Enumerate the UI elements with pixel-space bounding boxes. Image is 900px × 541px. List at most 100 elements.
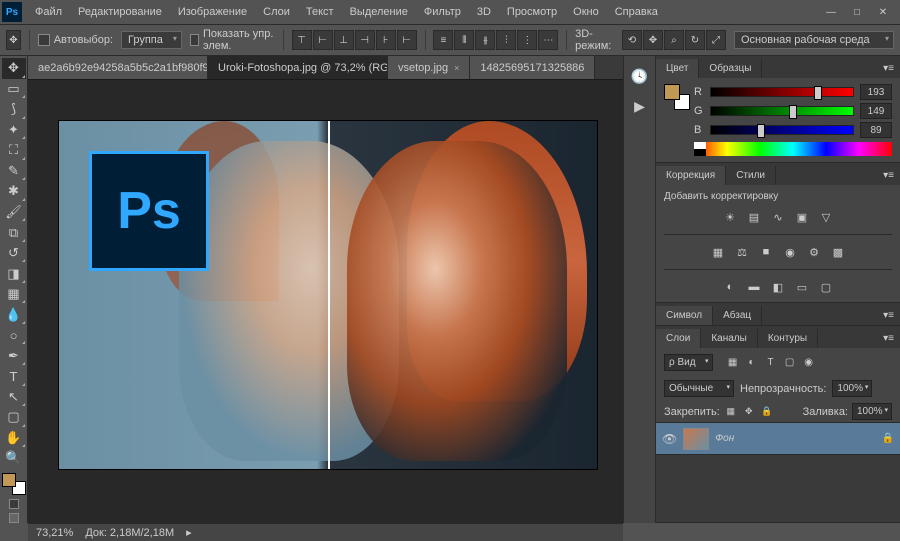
workspace-dropdown[interactable]: Основная рабочая среда [734,31,894,49]
dodge-tool[interactable]: ○ [2,325,26,346]
doc-tab-2[interactable]: vsetop.jpg× [388,56,470,79]
adjustments-tab[interactable]: Коррекция [656,166,726,185]
layers-panel-menu[interactable]: ▾≡ [877,329,900,348]
autoselect-dropdown[interactable]: Группа [121,31,182,49]
3d-orbit-icon[interactable]: ⟲ [622,30,642,50]
filter-shape-icon[interactable]: ▢ [782,354,798,370]
menu-help[interactable]: Справка [608,3,665,21]
hue-icon[interactable]: ▦ [708,243,728,261]
menu-image[interactable]: Изображение [171,3,254,21]
canvas[interactable]: Ps [58,120,598,470]
lock-position-icon[interactable]: ✥ [742,405,756,419]
layer-thumbnail[interactable] [683,428,709,450]
dist-2-icon[interactable]: ⫴ [454,30,474,50]
balance-icon[interactable]: ⚖ [732,243,752,261]
mixer-icon[interactable]: ⚙ [804,243,824,261]
menu-select[interactable]: Выделение [343,3,415,21]
align-left-icon[interactable]: ⊣ [355,30,375,50]
color-panel-menu[interactable]: ▾≡ [877,59,900,78]
doc-tab-1[interactable]: Uroki-Fotoshopa.jpg @ 73,2% (RGB/8#)× [208,56,388,79]
maximize-button[interactable]: □ [850,5,864,19]
menu-3d[interactable]: 3D [470,3,498,21]
posterize-icon[interactable]: ▬ [744,278,764,296]
menu-text[interactable]: Текст [299,3,341,21]
layer-item[interactable]: 👁 Фон 🔒 [656,423,900,455]
hand-tool[interactable]: ✋ [2,428,26,449]
b-input[interactable] [860,122,892,138]
visibility-toggle[interactable]: 👁 [662,432,677,446]
align-right-icon[interactable]: ⊢ [397,30,417,50]
dist-5-icon[interactable]: ⋮ [517,30,537,50]
dist-1-icon[interactable]: ≡ [433,30,453,50]
3d-zoom-icon[interactable]: ⌕ [664,30,684,50]
actions-panel-icon[interactable]: ▶ [628,94,652,118]
menu-filter[interactable]: Фильтр [417,3,468,21]
foreground-swatch[interactable] [2,473,16,487]
color-panel-swatches[interactable] [664,84,690,110]
pen-tool[interactable]: ✒ [2,345,26,366]
menu-layers[interactable]: Слои [256,3,297,21]
paths-tab[interactable]: Контуры [758,329,818,348]
r-slider[interactable] [710,87,854,97]
eyedropper-tool[interactable]: ✎ [2,161,26,182]
exposure-icon[interactable]: ▣ [792,208,812,226]
menu-view[interactable]: Просмотр [500,3,564,21]
align-top-icon[interactable]: ⊤ [292,30,312,50]
levels-icon[interactable]: ▤ [744,208,764,226]
styles-tab[interactable]: Стили [726,166,776,185]
threshold-icon[interactable]: ◧ [768,278,788,296]
doc-tab-3[interactable]: 14825695171325886 [470,56,595,79]
close-button[interactable]: ✕ [876,5,890,19]
stamp-tool[interactable]: ⧉ [2,222,26,243]
eraser-tool[interactable]: ◨ [2,263,26,284]
filter-smart-icon[interactable]: ◉ [801,354,817,370]
layer-name[interactable]: Фон [715,433,734,444]
move-tool[interactable]: ✥ [2,58,26,79]
spectrum-picker[interactable] [694,142,892,156]
screenmode-toggle[interactable] [2,513,26,523]
vibrance-icon[interactable]: ▽ [816,208,836,226]
path-tool[interactable]: ↖ [2,387,26,408]
selective-icon[interactable]: ▢ [816,278,836,296]
quickmask-toggle[interactable] [2,499,26,509]
photo-filter-icon[interactable]: ◉ [780,243,800,261]
dist-3-icon[interactable]: ⫵ [475,30,495,50]
opacity-input[interactable]: 100% [832,380,872,397]
character-tab[interactable]: Символ [656,306,713,325]
filter-type-icon[interactable]: T [763,354,779,370]
show-controls-checkbox[interactable]: Показать упр. элем. [190,28,275,52]
lock-pixels-icon[interactable]: ▦ [724,405,738,419]
swatches-tab[interactable]: Образцы [699,59,762,78]
3d-rotate-icon[interactable]: ↻ [685,30,705,50]
blend-mode-dropdown[interactable]: Обычные [664,380,734,397]
g-input[interactable] [860,103,892,119]
brightness-icon[interactable]: ☀ [720,208,740,226]
3d-scale-icon[interactable]: ⤢ [706,30,726,50]
curves-icon[interactable]: ∿ [768,208,788,226]
menu-window[interactable]: Окно [566,3,606,21]
align-bottom-icon[interactable]: ⊥ [334,30,354,50]
minimize-button[interactable]: — [824,5,838,19]
zoom-level[interactable]: 73,21% [36,527,73,539]
layers-tab[interactable]: Слои [656,329,701,348]
channels-tab[interactable]: Каналы [701,329,758,348]
marquee-tool[interactable]: ▭ [2,79,26,100]
3d-pan-icon[interactable]: ✥ [643,30,663,50]
heal-tool[interactable]: ✱ [2,181,26,202]
b-slider[interactable] [710,125,854,135]
doc-size[interactable]: Док: 2,18M/2,18M [85,527,174,539]
brush-tool[interactable]: 🖌 [2,202,26,223]
layer-filter-dropdown[interactable]: ρ Вид [664,354,713,371]
lut-icon[interactable]: ▩ [828,243,848,261]
gradient-tool[interactable]: ▦ [2,284,26,305]
filter-adj-icon[interactable]: ◐ [744,354,760,370]
align-hcenter-icon[interactable]: ⊦ [376,30,396,50]
paragraph-tab[interactable]: Абзац [713,306,762,325]
shape-tool[interactable]: ▢ [2,407,26,428]
wand-tool[interactable]: ✦ [2,120,26,141]
blur-tool[interactable]: 💧 [2,304,26,325]
color-swatches[interactable] [2,473,26,495]
zoom-tool[interactable]: 🔍 [2,448,26,469]
adj-panel-menu[interactable]: ▾≡ [877,166,900,185]
lasso-tool[interactable]: ⟆ [2,99,26,120]
